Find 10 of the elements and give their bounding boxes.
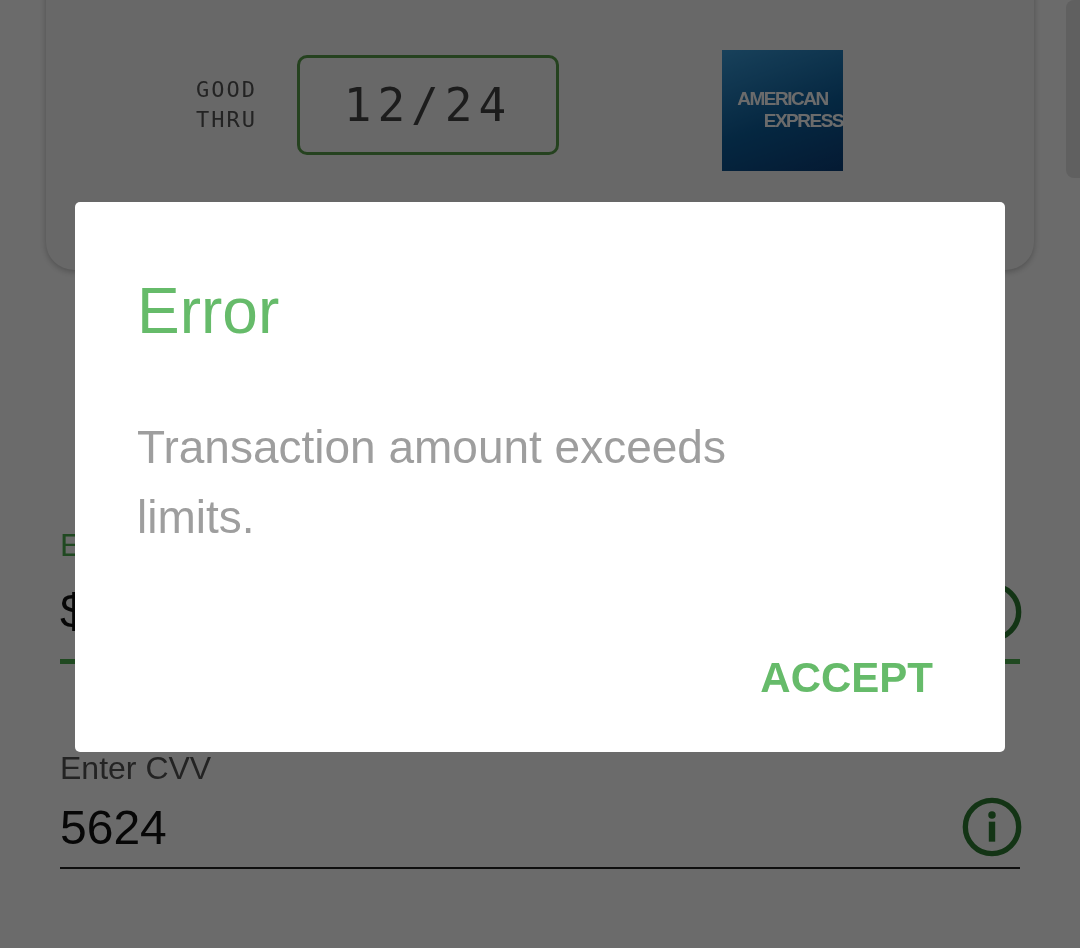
accept-button[interactable]: ACCEPT: [760, 654, 933, 702]
dialog-message: Transaction amount exceeds limits.: [137, 420, 727, 545]
input-field[interactable]: 5624: [60, 787, 1020, 869]
dialog-title: Error: [137, 274, 280, 348]
field-label: Enter CVV: [60, 750, 212, 787]
expiry-date: 12/24: [297, 55, 559, 155]
card-brand-logo: AMERICAN EXPRESS: [722, 49, 843, 171]
expiry-caption: THRU: [196, 106, 257, 134]
expiry-caption: GOOD: [196, 76, 257, 104]
info-icon[interactable]: [960, 795, 1024, 859]
